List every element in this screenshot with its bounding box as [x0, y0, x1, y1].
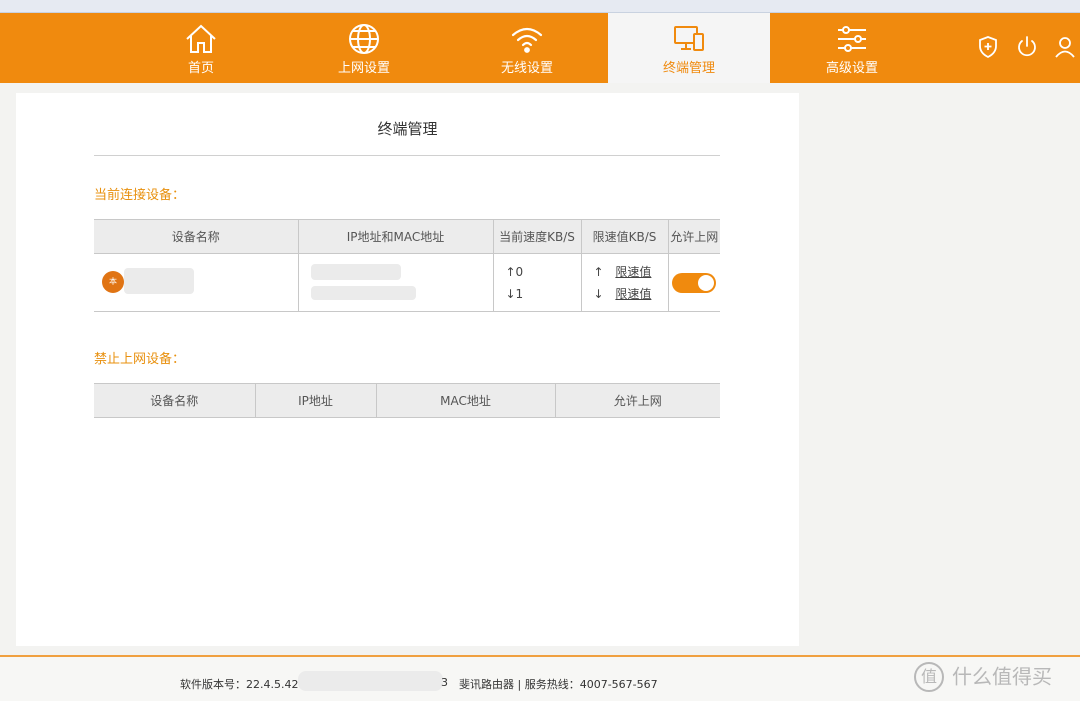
col-mac: MAC地址	[376, 383, 556, 418]
home-icon	[183, 21, 219, 57]
ip-mac-cell	[298, 253, 494, 312]
top-navbar: 首页 上网设置 无线设置 终端管理 高级设置	[0, 13, 1080, 83]
table-row: 本 ↑0 ↓1 ↑ 限速值 ↓ 限速值	[94, 253, 720, 312]
current-speed-cell: ↑0 ↓1	[493, 253, 582, 312]
nav-terminal-label: 终端管理	[662, 61, 715, 76]
sliders-icon	[834, 21, 870, 57]
table-header-row: 设备名称 IP地址 MAC地址 允许上网	[94, 383, 720, 418]
watermark-logo: 值什么值得买	[914, 657, 1052, 693]
globe-icon	[346, 21, 382, 57]
col-allow-internet: 允许上网	[668, 219, 720, 254]
connected-devices-table: 设备名称 IP地址和MAC地址 当前速度KB/S 限速值KB/S 允许上网 本 …	[94, 219, 720, 312]
blocked-devices-table: 设备名称 IP地址 MAC地址 允许上网	[94, 383, 720, 418]
upload-arrow: ↑	[593, 264, 604, 279]
watermark-text: 什么值得买	[952, 664, 1052, 689]
speed-upload: ↑0	[505, 264, 524, 279]
footer-redacted	[298, 671, 443, 691]
device-name-redacted	[124, 268, 194, 294]
device-avatar: 本	[102, 271, 124, 293]
version-tail: 3	[441, 676, 448, 689]
col-ip-mac: IP地址和MAC地址	[298, 219, 494, 254]
nav-wireless-settings[interactable]: 无线设置	[446, 13, 608, 83]
col-device-name: 设备名称	[94, 219, 299, 254]
nav-advanced-label: 高级设置	[825, 61, 878, 76]
nav-internet-settings[interactable]: 上网设置	[283, 13, 445, 83]
nav-internet-label: 上网设置	[337, 61, 390, 76]
upload-limit-link[interactable]: 限速值	[615, 265, 651, 279]
power-icon[interactable]	[1015, 35, 1039, 59]
col-ip: IP地址	[255, 383, 377, 418]
download-limit-link[interactable]: 限速值	[615, 287, 651, 301]
toggle-knob	[698, 274, 715, 291]
blocked-devices-label: 禁止上网设备：	[94, 352, 186, 367]
mac-redacted	[310, 286, 416, 300]
title-divider	[94, 155, 720, 156]
nav-home-label: 首页	[187, 61, 214, 76]
wifi-icon	[509, 21, 545, 57]
limit-download-row: ↓ 限速值	[594, 283, 668, 305]
table-header-row: 设备名称 IP地址和MAC地址 当前速度KB/S 限速值KB/S 允许上网	[94, 219, 720, 254]
speed-limit-cell: ↑ 限速值 ↓ 限速值	[581, 253, 669, 312]
limit-upload-row: ↑ 限速值	[594, 261, 668, 283]
device-name-cell: 本	[94, 253, 299, 312]
speed-download: ↓1	[505, 286, 524, 301]
content-panel: 终端管理 当前连接设备： 设备名称 IP地址和MAC地址 当前速度KB/S 限速…	[16, 93, 799, 646]
connected-devices-label: 当前连接设备：	[94, 188, 186, 203]
page-title: 终端管理	[377, 120, 438, 138]
user-icon[interactable]	[1053, 35, 1077, 59]
col-speed-limit: 限速值KB/S	[581, 219, 669, 254]
company-hotline: 斐讯路由器 | 服务热线：4007-567-567	[459, 678, 658, 691]
allow-internet-toggle[interactable]	[672, 272, 717, 293]
ip-redacted	[310, 264, 401, 280]
nav-home[interactable]: 首页	[120, 13, 282, 83]
download-arrow: ↓	[593, 286, 604, 301]
browser-top-strip	[0, 0, 1080, 13]
allow-internet-cell	[668, 253, 720, 312]
software-version: 软件版本号：22.4.5.42	[180, 678, 299, 691]
devices-icon	[671, 21, 707, 57]
nav-terminal-management[interactable]: 终端管理	[608, 13, 770, 83]
col-current-speed: 当前速度KB/S	[493, 219, 582, 254]
col-device-name: 设备名称	[94, 383, 256, 418]
nav-wireless-label: 无线设置	[500, 61, 553, 76]
nav-advanced-settings[interactable]: 高级设置	[771, 13, 933, 83]
watermark-icon: 值	[914, 661, 944, 692]
shield-plus-icon[interactable]	[976, 35, 1000, 59]
col-allow-internet: 允许上网	[555, 383, 720, 418]
